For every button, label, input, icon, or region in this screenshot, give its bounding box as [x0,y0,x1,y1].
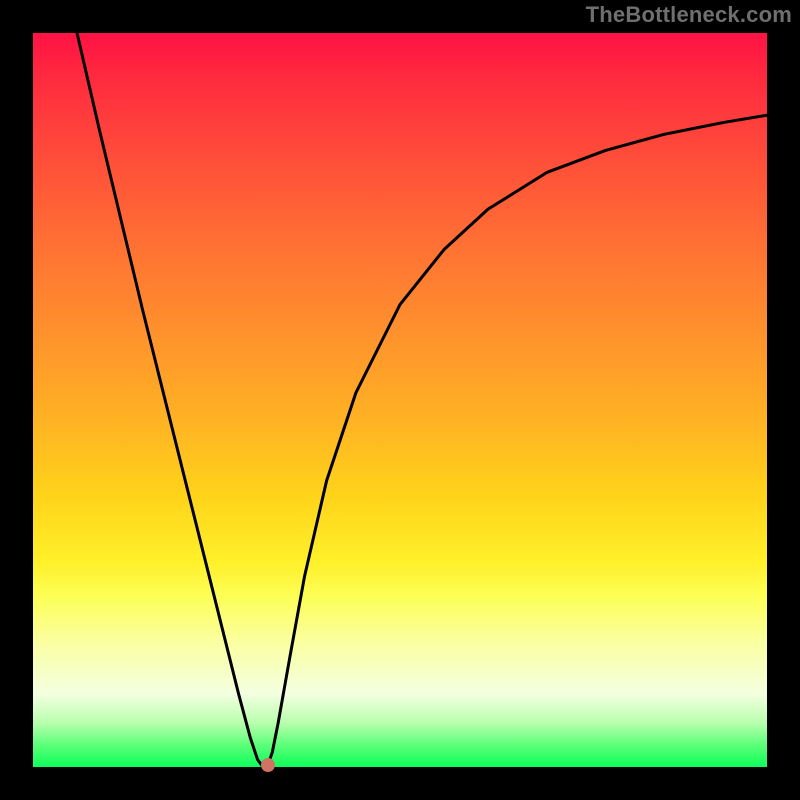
curve-path [77,33,767,767]
chart-frame: TheBottleneck.com [0,0,800,800]
curve-svg [33,33,767,767]
plot-area [33,33,767,767]
watermark-text: TheBottleneck.com [586,2,792,28]
marker-dot [261,758,275,772]
